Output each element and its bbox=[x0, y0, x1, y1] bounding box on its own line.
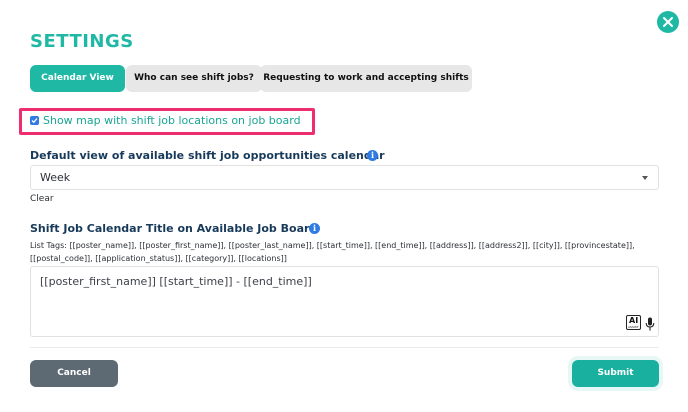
close-icon bbox=[663, 17, 673, 27]
clear-link[interactable]: Clear bbox=[30, 194, 54, 204]
info-icon[interactable]: i bbox=[367, 150, 378, 161]
calendar-title-textarea[interactable]: [[poster_first_name]] [[start_time]] - [… bbox=[30, 266, 659, 337]
submit-button[interactable]: Submit bbox=[572, 360, 659, 387]
ai-assist-label: AI bbox=[629, 316, 639, 325]
tab-requesting-and-accepting-shifts[interactable]: Requesting to work and accepting shifts bbox=[260, 65, 472, 92]
ai-assist-icon[interactable]: AI ASSIST bbox=[626, 315, 641, 330]
default-view-value: Week bbox=[40, 171, 71, 184]
chevron-down-icon bbox=[642, 176, 648, 180]
default-view-label: Default view of available shift job oppo… bbox=[30, 149, 385, 162]
cancel-button[interactable]: Cancel bbox=[30, 360, 118, 387]
calendar-title-value: [[poster_first_name]] [[start_time]] - [… bbox=[40, 275, 312, 288]
show-map-checkbox[interactable] bbox=[30, 116, 39, 125]
divider bbox=[30, 347, 659, 348]
calendar-title-label: Shift Job Calendar Title on Available Jo… bbox=[30, 222, 318, 235]
list-tags-text: List Tags: [[poster_name]], [[poster_fir… bbox=[30, 241, 635, 263]
checkmark-icon bbox=[31, 118, 38, 124]
tab-calendar-view[interactable]: Calendar View bbox=[30, 65, 125, 92]
page-title: SETTINGS bbox=[30, 31, 134, 52]
ai-assist-sublabel: ASSIST bbox=[628, 325, 639, 329]
microphone-icon[interactable] bbox=[645, 317, 655, 331]
tab-who-can-see-shift-jobs[interactable]: Who can see shift jobs? bbox=[126, 65, 262, 92]
default-view-select[interactable]: Week bbox=[30, 165, 659, 190]
info-icon[interactable]: i bbox=[309, 223, 320, 234]
show-map-label[interactable]: Show map with shift job locations on job… bbox=[43, 114, 301, 127]
close-button[interactable] bbox=[657, 11, 679, 33]
